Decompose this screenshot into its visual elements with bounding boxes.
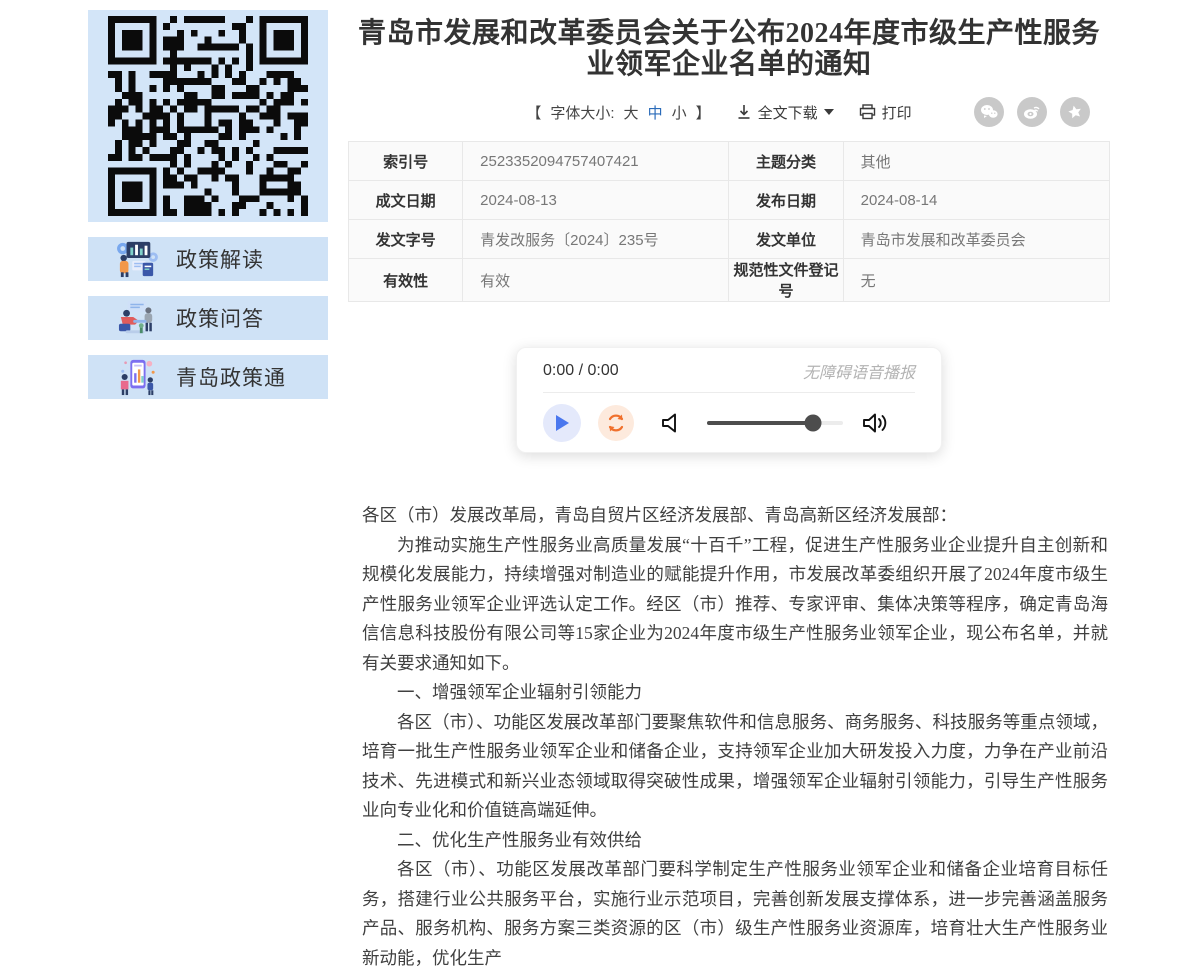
meta-row: 索引号 2523352094757407421 主题分类 其他 [347,141,1111,181]
meta-label: 有效性 [347,258,464,302]
meta-label: 成文日期 [347,180,464,220]
font-size-small-button[interactable]: 小 [672,102,687,123]
font-size-large-button[interactable]: 大 [624,102,639,123]
document-meta-table: 索引号 2523352094757407421 主题分类 其他 成文日期 202… [347,141,1111,302]
volume-fill [707,421,814,425]
volume-handle[interactable] [804,414,822,432]
meta-value: 2523352094757407421 [462,141,730,181]
page-title: 青岛市发展和改革委员会关于公布2024年度市级生产性服务业领军企业名单的通知 [357,18,1100,80]
article-section-heading: 一、增强领军企业辐射引领能力 [397,682,642,702]
audio-time: 0:00 / 0:00 [543,362,619,379]
main-content: 青岛市发展和改革委员会关于公布2024年度市级生产性服务业领军企业名单的通知 【… [347,10,1111,973]
meta-label: 发布日期 [728,180,844,220]
meta-value: 2024-08-14 [842,180,1111,220]
sidebar-item-policy-qa[interactable]: 政策问答 [88,296,328,340]
share-wechat-button[interactable] [974,97,1004,127]
font-size-medium-button[interactable]: 中 [648,102,663,123]
volume-button[interactable] [862,411,890,435]
qr-code [108,16,308,216]
page: 政策解读 政策问答 青岛政策通 青岛市发展和改革委员会关于公布2024年度市级生… [0,0,1200,973]
caret-down-icon [823,109,834,115]
speaker-volume-icon [863,413,887,433]
loop-icon [608,414,624,432]
sidebar-item-label: 政策解读 [176,248,264,272]
sidebar-item-label: 青岛政策通 [176,366,286,390]
audio-caption: 无障碍语音播报 [802,365,915,382]
download-icon [738,105,750,119]
wechat-icon [981,105,998,118]
meta-label: 规范性文件登记号 [728,258,844,302]
meta-row: 成文日期 2024-08-13 发布日期 2024-08-14 [347,180,1111,220]
toolbar: 【 字体大小: 大 中 小 】 全文下载 打印 [348,96,1110,128]
policy-qa-illustration-icon [118,300,153,334]
meta-label: 索引号 [347,141,464,181]
meta-row: 发文字号 青发改服务〔2024〕235号 发文单位 青岛市发展和改革委员会 [347,219,1111,259]
play-button[interactable] [543,404,581,442]
meta-row: 有效性 有效 规范性文件登记号 无 [347,258,1111,302]
article-paragraph: 为推动实施生产性服务业高质量发展“十百千”工程，促进生产性服务业企业提升自主创新… [362,534,1108,673]
star-icon [1068,105,1081,119]
article-body: 各区（市）发展改革局，青岛自贸片区经济发展部、青岛高新区经济发展部： 为推动实施… [362,501,1108,973]
replay-loop-button[interactable] [598,405,634,441]
qingdao-policy-portal-illustration-icon [120,359,155,396]
audio-player: 0:00 / 0:00 无障碍语音播报 [516,347,942,453]
article-paragraph: 各区（市）发展改革局，青岛自贸片区经济发展部、青岛高新区经济发展部： [362,505,957,525]
play-icon [556,415,569,431]
meta-value: 青发改服务〔2024〕235号 [462,219,730,259]
mute-button[interactable] [660,411,684,435]
meta-label: 发文字号 [347,219,464,259]
meta-value: 其他 [842,141,1111,181]
meta-value: 青岛市发展和改革委员会 [842,219,1111,259]
sidebar: 政策解读 政策问答 青岛政策通 [88,10,328,973]
download-button[interactable]: 全文下载 [736,102,834,123]
print-button[interactable]: 打印 [859,102,912,123]
weibo-icon [1024,106,1040,119]
favorite-star-button[interactable] [1060,97,1090,127]
meta-label: 主题分类 [728,141,844,181]
volume-slider[interactable] [707,414,843,432]
article-section-heading: 二、优化生产性服务业有效供给 [397,829,642,850]
bracket-open: 【 [526,104,542,122]
share-weibo-button[interactable] [1017,97,1047,127]
qr-panel [88,10,328,222]
print-icon [859,104,875,120]
sidebar-item-policy-interpretation[interactable]: 政策解读 [88,237,328,281]
meta-label: 发文单位 [728,219,844,259]
font-size-label: 字体大小: [550,104,615,122]
meta-value: 有效 [462,258,730,302]
policy-interpretation-illustration-icon [117,241,158,278]
meta-value: 无 [842,258,1111,302]
sidebar-item-qingdao-policy-portal[interactable]: 青岛政策通 [88,355,328,399]
article-paragraph: 各区（市）、功能区发展改革部门要科学制定生产性服务业领军企业和储备企业培育目标任… [362,859,1108,968]
article-paragraph: 各区（市）、功能区发展改革部门要聚焦软件和信息服务、商务服务、科技服务等重点领域… [362,711,1108,821]
meta-value: 2024-08-13 [462,180,730,220]
bracket-close: 】 [695,104,711,122]
sidebar-item-label: 政策问答 [176,307,264,331]
speaker-mute-icon [662,413,676,433]
